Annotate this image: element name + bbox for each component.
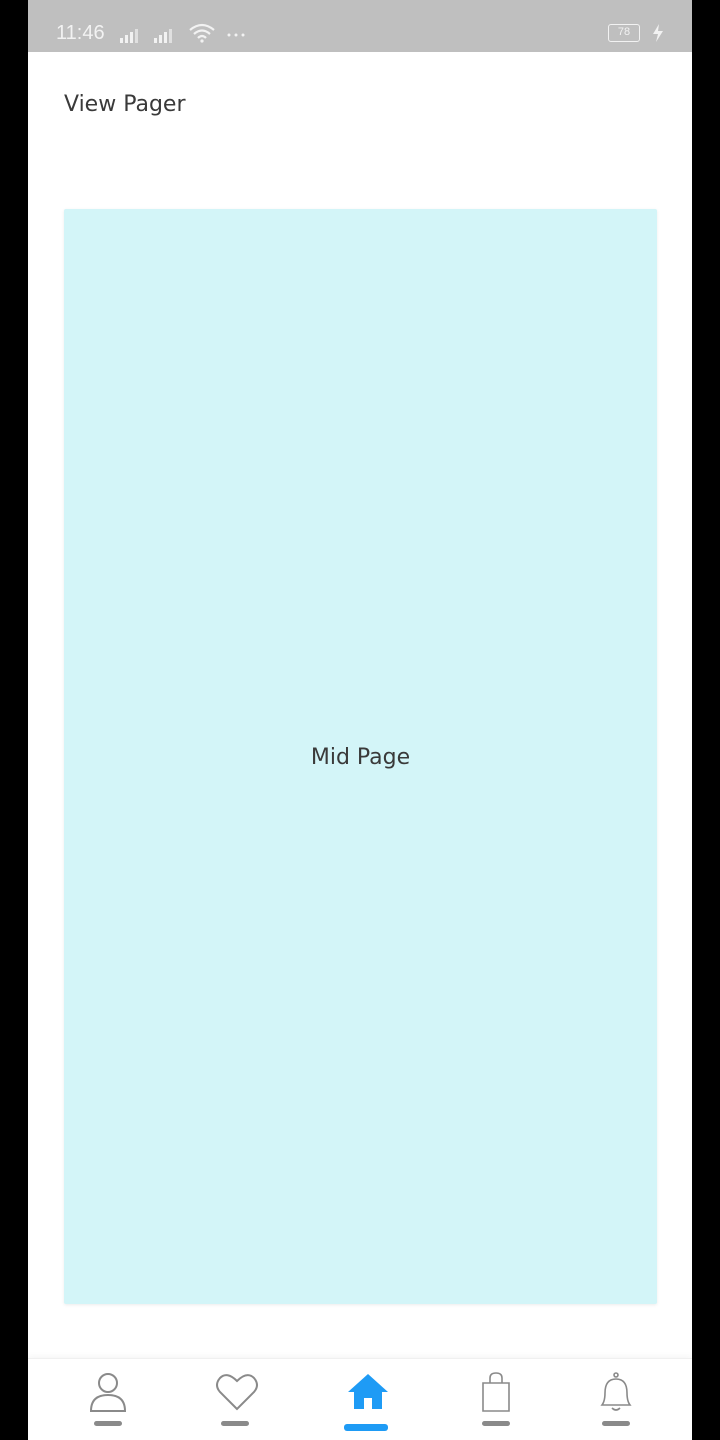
battery-icon: 78: [608, 24, 640, 42]
signal-icon: [154, 29, 172, 43]
heart-icon: [216, 1374, 258, 1411]
view-pager-page[interactable]: Mid Page: [64, 209, 657, 1304]
app-screen: 11:46 78 View Pager Mid Page: [28, 0, 692, 1440]
bell-icon: [600, 1372, 632, 1411]
home-icon: [348, 1374, 388, 1409]
nav-indicator: [482, 1421, 510, 1426]
nav-item-home[interactable]: [338, 1367, 394, 1433]
signal-icon: [120, 29, 138, 43]
nav-item-favorites[interactable]: [207, 1367, 263, 1433]
charging-icon: [653, 24, 663, 42]
nav-indicator: [602, 1421, 630, 1426]
nav-item-profile[interactable]: [80, 1367, 136, 1433]
status-time: 11:46: [56, 22, 105, 44]
shopping-bag-icon: [482, 1372, 510, 1412]
more-dots-icon: [227, 33, 245, 37]
status-bar: 11:46 78: [28, 0, 692, 52]
bottom-navigation: [28, 1358, 692, 1440]
nav-indicator: [221, 1421, 249, 1426]
nav-item-shop[interactable]: [468, 1367, 524, 1433]
battery-level: 78: [617, 26, 631, 38]
page-title: View Pager: [64, 92, 186, 117]
user-icon: [89, 1373, 127, 1412]
page-label: Mid Page: [310, 745, 411, 770]
nav-indicator: [94, 1421, 122, 1426]
nav-indicator-active: [344, 1424, 388, 1431]
wifi-icon: [189, 23, 215, 43]
nav-item-notifications[interactable]: [588, 1367, 644, 1433]
